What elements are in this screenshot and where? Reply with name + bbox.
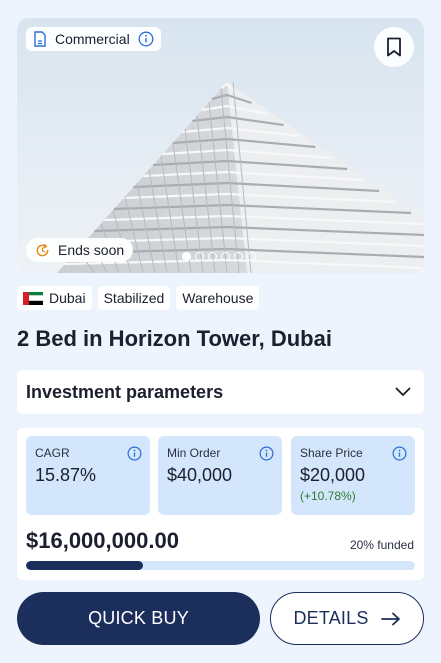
metric-cagr: CAGR 15.87% xyxy=(26,436,150,515)
funding-progress-bar xyxy=(26,561,415,570)
metric-share-price: Share Price $20,000 (+10.78%) xyxy=(291,436,415,515)
building-doc-icon xyxy=(34,31,46,47)
property-tags: Dubai Stabilized Warehouse xyxy=(17,286,260,310)
property-hero-image[interactable]: Commercial Ends soon xyxy=(17,18,424,273)
arrow-right-icon xyxy=(380,612,400,625)
metric-label: Share Price xyxy=(300,446,363,460)
funding-progress-fill xyxy=(26,561,143,570)
tag-label: Stabilized xyxy=(103,290,165,306)
info-icon[interactable] xyxy=(127,446,142,461)
bookmark-icon xyxy=(387,37,401,57)
info-icon[interactable] xyxy=(259,446,274,461)
funded-percentage: 20% funded xyxy=(349,538,414,552)
property-title: 2 Bed in Horizon Tower, Dubai xyxy=(17,326,332,351)
quick-buy-label: QUICK BUY xyxy=(88,608,189,628)
property-type-label: Commercial xyxy=(55,31,130,47)
tag-location: Dubai xyxy=(17,286,92,310)
quick-buy-button[interactable]: QUICK BUY xyxy=(17,592,260,645)
details-button[interactable]: DETAILS xyxy=(270,592,424,645)
info-icon[interactable] xyxy=(392,446,407,461)
carousel-dot[interactable] xyxy=(247,252,256,261)
metric-value: $40,000 xyxy=(167,465,233,485)
tag-category: Warehouse xyxy=(176,286,260,310)
carousel-dot[interactable] xyxy=(208,252,217,261)
tag-label: Warehouse xyxy=(182,290,254,306)
clock-refresh-icon xyxy=(36,243,49,256)
info-icon[interactable] xyxy=(138,31,154,47)
investment-parameters-toggle[interactable]: Investment parameters xyxy=(17,370,424,414)
carousel-dot[interactable] xyxy=(182,252,191,261)
property-type-badge: Commercial xyxy=(26,27,161,51)
metric-label: CAGR xyxy=(35,446,70,460)
ends-soon-badge: Ends soon xyxy=(26,238,134,262)
carousel-dot[interactable] xyxy=(234,252,243,261)
metric-change: (+10.78%) xyxy=(300,489,356,503)
details-label: DETAILS xyxy=(293,608,369,628)
carousel-indicator[interactable] xyxy=(182,252,256,261)
ends-soon-label: Ends soon xyxy=(58,242,125,258)
funding-total: $16,000,000.00 xyxy=(26,528,179,553)
carousel-dot[interactable] xyxy=(195,252,204,261)
building-photo xyxy=(57,81,424,273)
accordion-label: Investment parameters xyxy=(26,381,224,402)
metric-min-order: Min Order $40,000 xyxy=(158,436,282,515)
bookmark-button[interactable] xyxy=(374,27,414,67)
uae-flag-icon xyxy=(23,291,43,305)
metric-value: 15.87% xyxy=(35,465,97,485)
tag-status: Stabilized xyxy=(97,286,171,310)
investment-parameters-panel: CAGR 15.87% Min Order $40,000 Share Pric… xyxy=(17,428,424,580)
chevron-down-icon xyxy=(395,387,411,396)
tag-label: Dubai xyxy=(49,290,86,306)
metric-label: Min Order xyxy=(167,446,221,460)
metric-value: $20,000 xyxy=(300,465,366,485)
carousel-dot[interactable] xyxy=(221,252,230,261)
